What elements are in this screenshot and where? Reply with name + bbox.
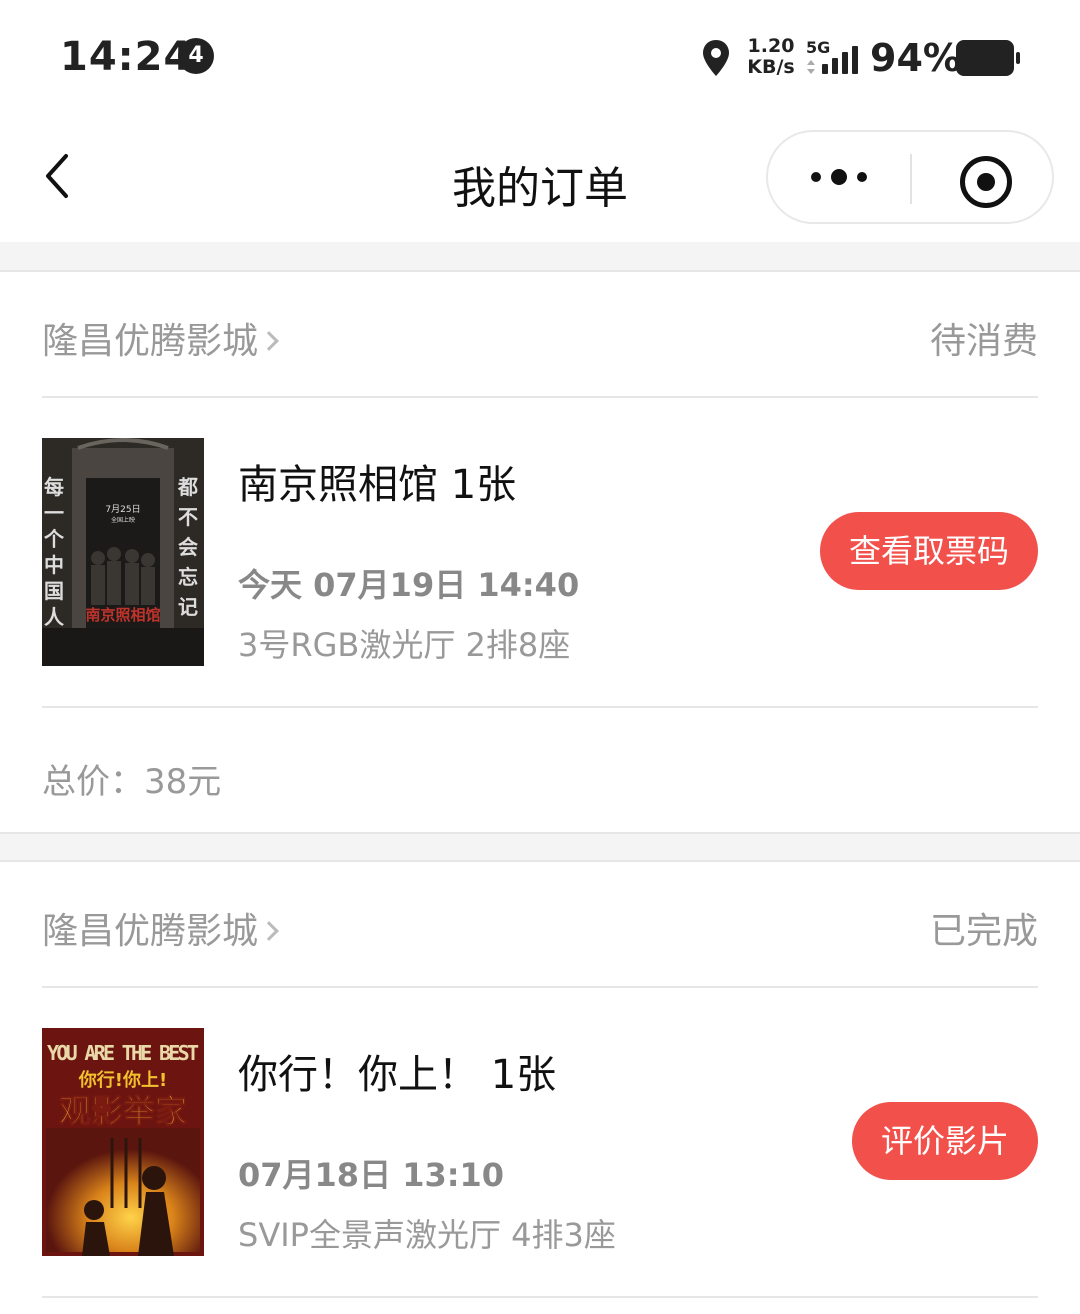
location-icon bbox=[703, 40, 729, 76]
svg-text:忘: 忘 bbox=[178, 565, 198, 589]
order-header: 隆昌优腾影城 待消费 bbox=[42, 272, 1038, 398]
svg-text:记: 记 bbox=[178, 595, 198, 619]
svg-text:不: 不 bbox=[178, 505, 198, 529]
order-header: 隆昌优腾影城 已完成 bbox=[42, 862, 1038, 988]
order-body[interactable]: YOU ARE THE BEST 你行!你上! 观影举家 你行！你上！ 1张 0… bbox=[42, 988, 1038, 1298]
chevron-right-icon bbox=[259, 921, 279, 941]
total-price: 总价：38元 bbox=[42, 762, 222, 802]
order-body[interactable]: 每一个 中国人 都不会 忘记 7月25日 全国上映 南京照相馆 南京照相馆 1张… bbox=[42, 398, 1038, 708]
svg-text:观影举家: 观影举家 bbox=[59, 1092, 187, 1130]
svg-text:国: 国 bbox=[44, 579, 64, 603]
order-status: 待消费 bbox=[929, 321, 1038, 362]
data-arrows-icon bbox=[807, 60, 815, 74]
status-time: 14:24 bbox=[60, 34, 193, 80]
notification-badge: 4 bbox=[178, 38, 214, 74]
svg-text:YOU ARE THE BEST: YOU ARE THE BEST bbox=[47, 1041, 199, 1065]
miniprogram-capsule bbox=[766, 130, 1054, 224]
order-card: 隆昌优腾影城 待消费 每一个 中国人 都不会 忘记 7月25日 全国上映 南京照… bbox=[0, 272, 1080, 832]
svg-text:都: 都 bbox=[177, 475, 198, 499]
signal-icon bbox=[822, 46, 858, 74]
order-status: 已完成 bbox=[929, 911, 1038, 952]
battery-icon bbox=[956, 40, 1020, 76]
nav-bar: 我的订单 bbox=[0, 110, 1080, 242]
cinema-link[interactable]: 隆昌优腾影城 bbox=[42, 312, 279, 364]
svg-text:人: 人 bbox=[44, 605, 65, 629]
svg-text:中: 中 bbox=[44, 553, 64, 577]
battery-percent: 94% bbox=[870, 36, 961, 80]
movie-title: 南京照相馆 1张 bbox=[238, 462, 517, 508]
movie-title: 你行！你上！ 1张 bbox=[238, 1052, 557, 1098]
capsule-divider bbox=[910, 154, 912, 204]
cinema-link[interactable]: 隆昌优腾影城 bbox=[42, 902, 279, 954]
status-bar: 14:24 4 1.20 KB/s 5G 94% bbox=[0, 0, 1080, 110]
svg-text:你行!你上!: 你行!你上! bbox=[78, 1069, 167, 1091]
more-icon[interactable] bbox=[806, 162, 872, 192]
chevron-right-icon bbox=[259, 331, 279, 351]
hall-seat: 3号RGB激光厅 2排8座 bbox=[238, 626, 571, 664]
section-gap bbox=[0, 242, 1080, 272]
svg-text:全国上映: 全国上映 bbox=[111, 516, 135, 524]
svg-text:一: 一 bbox=[44, 501, 64, 525]
showtime: 今天 07月19日 14:40 bbox=[238, 566, 580, 604]
close-miniprogram-icon[interactable] bbox=[960, 156, 1012, 208]
svg-text:每: 每 bbox=[44, 475, 64, 499]
svg-text:南京照相馆: 南京照相馆 bbox=[85, 606, 160, 624]
view-ticket-code-button[interactable]: 查看取票码 bbox=[820, 512, 1038, 590]
order-card: 隆昌优腾影城 已完成 YOU ARE THE BEST 你行!你上! 观影举家 bbox=[0, 862, 1080, 1314]
order-footer: 总价：38元 bbox=[42, 708, 1038, 834]
movie-poster: YOU ARE THE BEST 你行!你上! 观影举家 bbox=[42, 1028, 204, 1256]
svg-text:会: 会 bbox=[178, 535, 198, 559]
svg-text:个: 个 bbox=[43, 527, 65, 551]
hall-seat: SVIP全景声激光厅 4排3座 bbox=[238, 1216, 616, 1254]
svg-text:7月25日: 7月25日 bbox=[105, 504, 140, 515]
rate-movie-button[interactable]: 评价影片 bbox=[852, 1102, 1038, 1180]
network-speed: 1.20 KB/s bbox=[747, 35, 795, 78]
showtime: 07月18日 13:10 bbox=[238, 1156, 505, 1194]
movie-poster: 每一个 中国人 都不会 忘记 7月25日 全国上映 南京照相馆 bbox=[42, 438, 204, 666]
section-gap bbox=[0, 832, 1080, 862]
